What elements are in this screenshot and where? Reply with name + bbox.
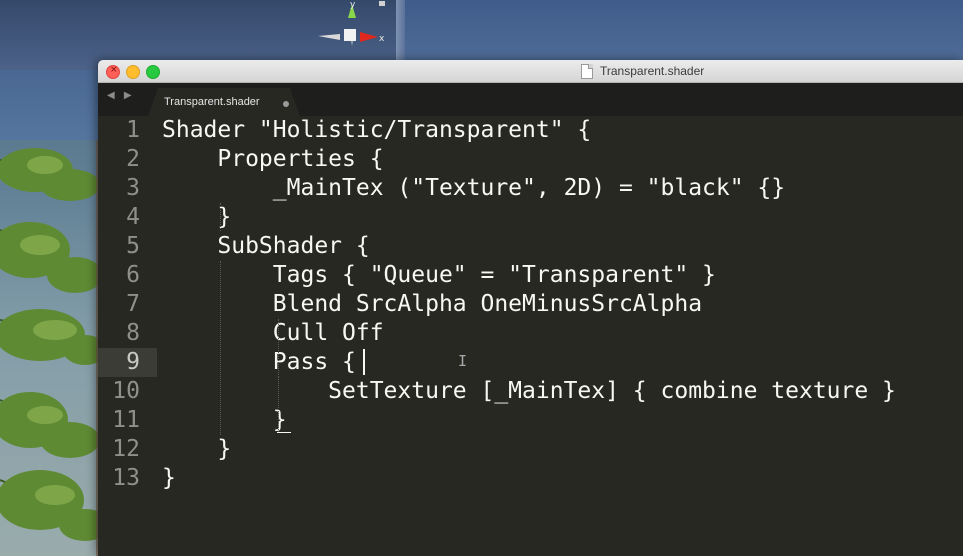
maximize-button[interactable] (146, 65, 160, 79)
scene-orientation-gizmo[interactable]: y x (316, 0, 388, 60)
line-number: 12 (112, 436, 140, 462)
bracket-match-underline (277, 432, 291, 433)
scene-panel-divider (396, 0, 405, 62)
code-text[interactable]: SetTexture [_MainTex] { combine texture … (162, 377, 896, 406)
code-text[interactable]: } (162, 464, 176, 493)
gizmo-x-label: x (379, 34, 385, 44)
line-number: 11 (112, 407, 140, 433)
code-text[interactable]: } (162, 435, 231, 464)
indent-guide (220, 203, 221, 231)
pine-tree-image (0, 140, 110, 556)
code-editor[interactable]: 13} 12 } 11 } 10 SetTexture [_MainTex] { co… (98, 116, 963, 556)
code-text[interactable]: SubShader { (162, 232, 369, 261)
close-icon: × (110, 65, 118, 75)
code-text[interactable]: Shader "Holistic/Transparent" { (162, 116, 591, 145)
minimize-button[interactable] (126, 65, 140, 79)
text-cursor-icon: I (458, 352, 468, 370)
tab-label: Transparent.shader (164, 96, 260, 108)
line-number: 5 (126, 233, 140, 259)
indent-guide (220, 261, 221, 435)
line-number: 7 (126, 291, 140, 317)
code-line[interactable]: 8 Cull Off (98, 319, 963, 348)
code-text[interactable]: Cull Off (162, 319, 384, 348)
code-line[interactable]: 5 SubShader { (98, 232, 963, 261)
gizmo-y-label: y (350, 0, 356, 10)
modified-dot-icon[interactable] (283, 101, 289, 107)
line-number: 4 (126, 204, 140, 230)
code-text[interactable]: Properties { (162, 145, 383, 174)
code-line[interactable]: 7 Blend SrcAlpha OneMinusSrcAlpha (98, 290, 963, 319)
window-titlebar[interactable]: × Transparent.shader (98, 60, 963, 83)
line-number: 3 (126, 175, 140, 201)
code-text[interactable]: _MainTex ("Texture", 2D) = "black" {} (162, 174, 785, 203)
code-line[interactable]: 3 _MainTex ("Texture", 2D) = "black" {} (98, 174, 963, 203)
close-button[interactable]: × (106, 65, 120, 79)
code-text[interactable]: } (162, 406, 287, 435)
tab-bar: ◀ ▶ Transparent.shader (98, 83, 963, 116)
code-line[interactable]: 1 Shader "Holistic/Transparent" { (98, 116, 963, 145)
line-number: 1 (126, 117, 140, 143)
code-line[interactable]: 12 } (98, 435, 963, 464)
line-number: 8 (126, 320, 140, 346)
indent-guide (278, 319, 279, 377)
code-line[interactable]: 9 Pass { (98, 348, 963, 377)
code-line[interactable]: 10 SetTexture [_MainTex] { combine textu… (98, 377, 963, 406)
window-title-text: Transparent.shader (600, 64, 705, 78)
line-number: 13 (112, 465, 140, 491)
code-line[interactable]: 4 } (98, 203, 963, 232)
document-icon (581, 63, 593, 79)
code-text[interactable]: Pass { (162, 348, 356, 377)
text-caret (363, 349, 365, 375)
sublime-editor-window: × Transparent.shader ◀ ▶ Transparent.sha… (98, 60, 963, 556)
code-text[interactable]: Blend SrcAlpha OneMinusSrcAlpha (162, 290, 702, 319)
tab-navigation-arrows[interactable]: ◀ ▶ (107, 90, 135, 101)
code-line[interactable]: 13} (98, 464, 963, 493)
scene-sky-right (405, 0, 963, 62)
indent-guide (278, 377, 279, 432)
line-number: 9 (126, 349, 140, 375)
code-text[interactable]: Tags { "Queue" = "Transparent" } (162, 261, 716, 290)
line-number: 6 (126, 262, 140, 288)
line-number: 2 (126, 146, 140, 172)
line-number: 10 (112, 378, 140, 404)
window-title: Transparent.shader (581, 63, 704, 79)
code-line[interactable]: 2 Properties { (98, 145, 963, 174)
code-line[interactable]: 11 } (98, 406, 963, 435)
code-line[interactable]: 6 Tags { "Queue" = "Transparent" } (98, 261, 963, 290)
tab-transparent-shader[interactable]: Transparent.shader (148, 88, 300, 116)
